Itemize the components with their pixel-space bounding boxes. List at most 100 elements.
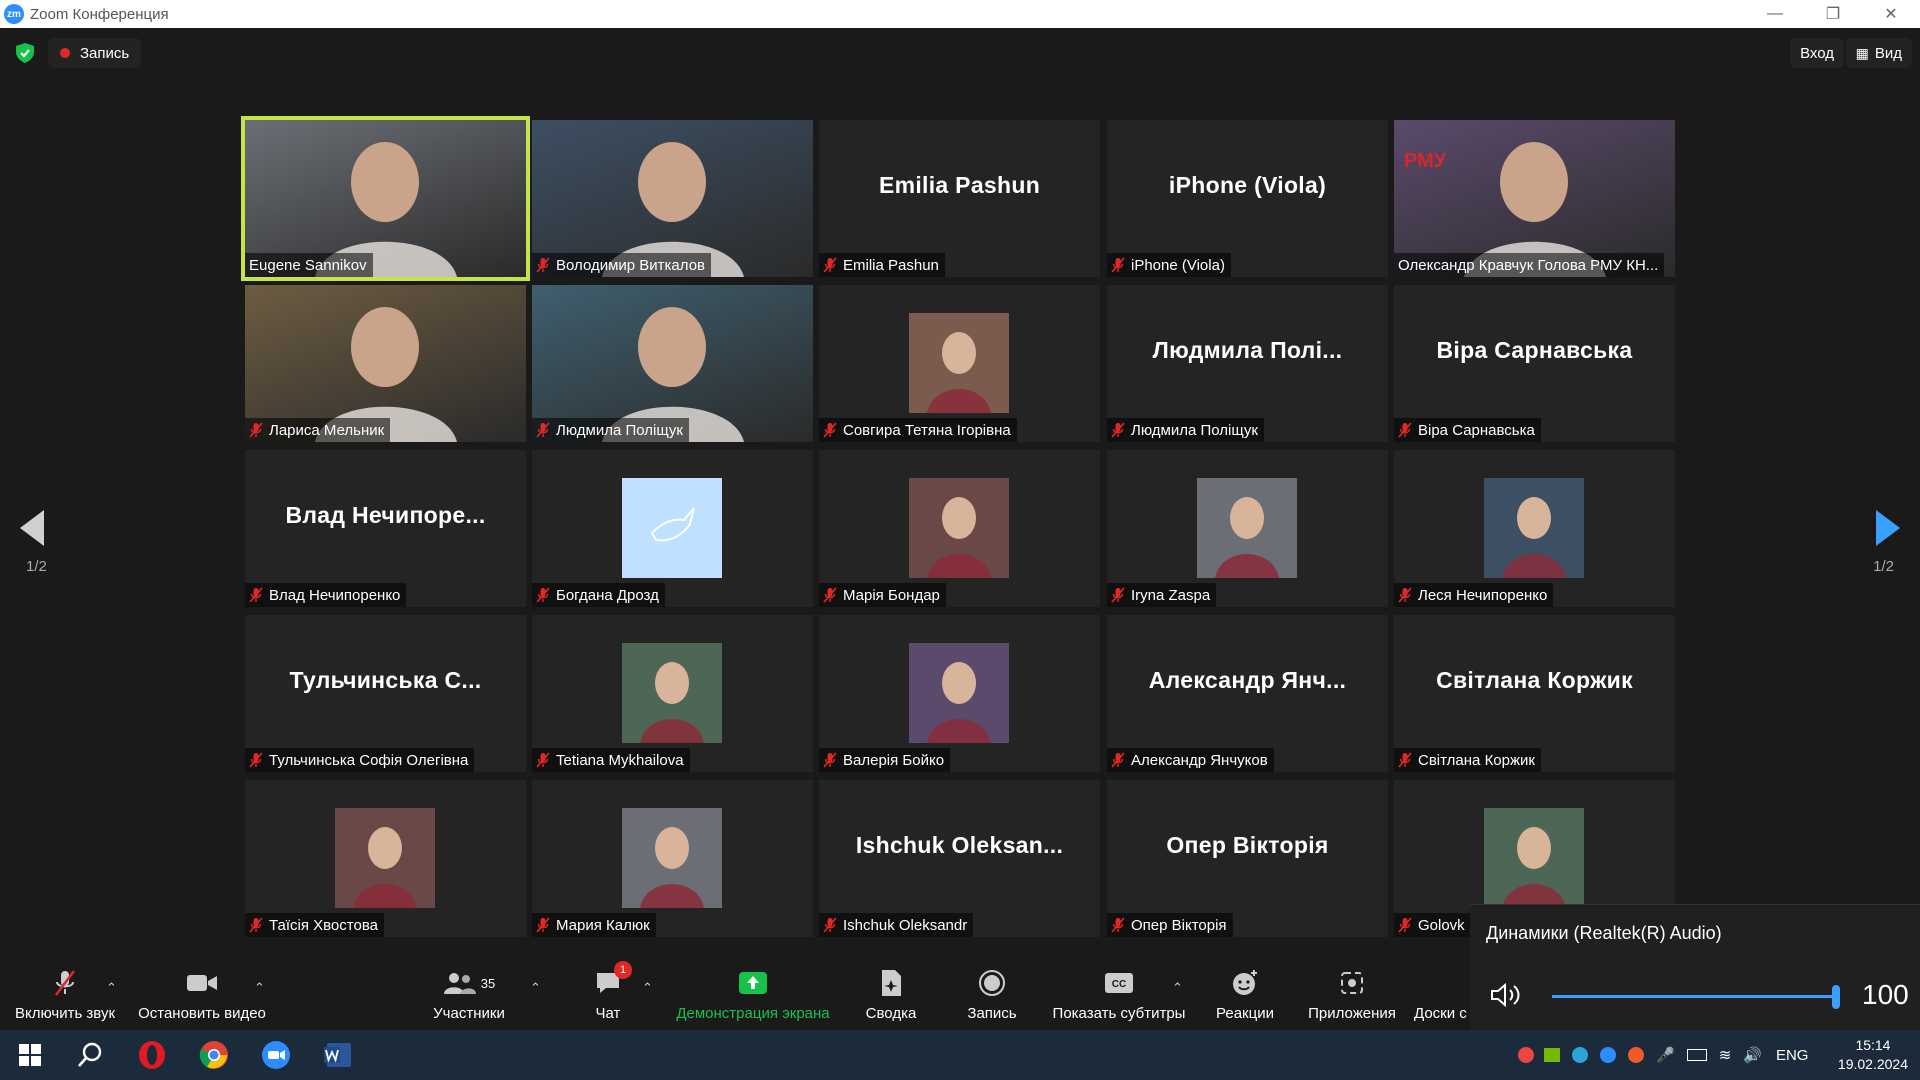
participant-tile[interactable]: РМУ Олександр Кравчук Голова РМУ КН...: [1394, 120, 1675, 277]
participant-tile[interactable]: Валерія Бойко: [819, 615, 1100, 772]
mic-muted-icon: [1111, 917, 1125, 933]
system-clock[interactable]: 15:14 19.02.2024: [1838, 1036, 1908, 1074]
captions-button[interactable]: CC Показать субтитры: [1050, 960, 1188, 1030]
participant-avatar: [1484, 808, 1584, 908]
restore-button[interactable]: ❐: [1804, 0, 1862, 28]
participant-tile[interactable]: Таїсія Хвостова: [245, 780, 526, 937]
video-options-caret-icon[interactable]: ⌃: [254, 980, 265, 996]
signin-button[interactable]: Вход: [1790, 38, 1844, 68]
participant-tile[interactable]: Лариса Мельник: [245, 285, 526, 442]
participant-tile[interactable]: Людмила Полі... Людмила Поліщук: [1107, 285, 1388, 442]
next-page-arrow-icon[interactable]: [1876, 510, 1900, 546]
participant-name-label: Eugene Sannikov: [245, 253, 373, 277]
participant-name: Tetiana Mykhailova: [556, 751, 684, 769]
participant-avatar: [1197, 478, 1297, 578]
chat-icon: 1: [592, 961, 632, 999]
participant-tile[interactable]: Emilia Pashun Emilia Pashun: [819, 120, 1100, 277]
participant-tile[interactable]: Володимир Виткалов: [532, 120, 813, 277]
captions-caret-icon[interactable]: ⌃: [1172, 980, 1183, 996]
participant-name-label: Tetiana Mykhailova: [532, 748, 690, 772]
windows-start-icon[interactable]: [12, 1038, 48, 1072]
stop-video-button[interactable]: Остановить видео: [136, 960, 268, 1030]
participant-tile[interactable]: Людмила Поліщук: [532, 285, 813, 442]
mic-muted-icon: [536, 752, 550, 768]
participants-button[interactable]: 35 Участники: [428, 960, 510, 1030]
unmute-button[interactable]: Включить звук: [10, 960, 120, 1030]
volume-slider-track[interactable]: [1552, 995, 1838, 998]
reactions-button[interactable]: Реакции: [1212, 960, 1278, 1030]
participant-tile[interactable]: iPhone (Viola) iPhone (Viola): [1107, 120, 1388, 277]
participant-avatar: [1484, 478, 1584, 578]
volume-slider-thumb[interactable]: [1832, 985, 1840, 1009]
opera-browser-icon[interactable]: [134, 1038, 170, 1072]
record-button[interactable]: Запись: [962, 960, 1022, 1030]
participant-tile[interactable]: Віра Сарнавська Віра Сарнавська: [1394, 285, 1675, 442]
participant-name: Ishchuk Oleksandr: [843, 916, 968, 934]
participant-name-label: Опер Вікторія: [1107, 913, 1233, 937]
close-button[interactable]: ✕: [1862, 0, 1920, 28]
participant-tile[interactable]: Леся Нечипоренко: [1394, 450, 1675, 607]
mic-muted-icon: [249, 917, 263, 933]
apps-button[interactable]: Приложения: [1304, 960, 1400, 1030]
whiteboards-button[interactable]: Доски с: [1414, 960, 1474, 1030]
participants-caret-icon[interactable]: ⌃: [530, 980, 541, 996]
participant-name: Світлана Коржик: [1418, 751, 1535, 769]
participant-name: Богдана Дрозд: [556, 586, 659, 604]
search-icon[interactable]: [72, 1038, 108, 1072]
participant-tile[interactable]: Марія Бондар: [819, 450, 1100, 607]
mic-muted-icon: [823, 257, 837, 273]
zoom-taskbar-icon[interactable]: [258, 1038, 294, 1072]
clock-date: 19.02.2024: [1837, 1056, 1908, 1072]
participant-tile[interactable]: Світлана Коржик Світлана Коржик: [1394, 615, 1675, 772]
prev-page-arrow-icon[interactable]: [20, 510, 44, 546]
minimize-button[interactable]: —: [1746, 0, 1804, 28]
volume-icon[interactable]: 🔊: [1743, 1046, 1762, 1064]
participant-name-label: Олександр Кравчук Голова РМУ КН...: [1394, 253, 1665, 277]
participant-avatar: [909, 478, 1009, 578]
participant-tile[interactable]: Тульчинська С... Тульчинська Софія Олегів…: [245, 615, 526, 772]
wifi-icon[interactable]: ≋: [1719, 1046, 1732, 1064]
participant-name-label: Александр Янчуков: [1107, 748, 1274, 772]
captions-icon: CC: [1103, 967, 1135, 999]
participant-tile[interactable]: Влад Нечипоре... Влад Нечипоренко: [245, 450, 526, 607]
participant-tile[interactable]: Ishchuk Oleksan... Ishchuk Oleksandr: [819, 780, 1100, 937]
participant-tile[interactable]: Богдана Дрозд: [532, 450, 813, 607]
participant-tile[interactable]: Опер Вікторія Опер Вікторія: [1107, 780, 1388, 937]
participant-tile[interactable]: Мария Калюк: [532, 780, 813, 937]
mic-muted-icon: [1111, 587, 1125, 603]
summary-button[interactable]: Сводка: [858, 960, 924, 1030]
chat-caret-icon[interactable]: ⌃: [642, 980, 653, 996]
audio-options-caret-icon[interactable]: ⌃: [106, 980, 117, 996]
chat-badge: 1: [614, 961, 632, 979]
mic-muted-icon: [249, 752, 263, 768]
mic-muted-icon: [823, 422, 837, 438]
zoom-tray-icon[interactable]: [1600, 1047, 1616, 1063]
nvidia-icon[interactable]: [1544, 1048, 1560, 1062]
edge-icon[interactable]: [1572, 1047, 1588, 1063]
chrome-browser-icon[interactable]: [196, 1038, 232, 1072]
participant-tile[interactable]: Eugene Sannikov: [241, 116, 530, 281]
speaker-icon[interactable]: [1490, 981, 1526, 1009]
windows-taskbar: 🎤 ≋ 🔊 ENG 15:14 19.02.2024: [0, 1030, 1920, 1080]
tray-app-icon[interactable]: [1518, 1047, 1534, 1063]
recording-indicator[interactable]: Запись: [48, 38, 142, 68]
participant-name-label: Влад Нечипоренко: [245, 583, 407, 607]
participant-tile[interactable]: Iryna Zaspa: [1107, 450, 1388, 607]
view-button[interactable]: ▦ Вид: [1845, 38, 1912, 68]
cloud-app-icon[interactable]: [1628, 1047, 1644, 1063]
mic-muted-icon: [1111, 752, 1125, 768]
battery-icon[interactable]: [1686, 1049, 1707, 1061]
word-icon[interactable]: [320, 1038, 356, 1072]
language-indicator[interactable]: ENG: [1776, 1047, 1809, 1064]
shield-icon[interactable]: [14, 42, 36, 64]
participant-tile[interactable]: Tetiana Mykhailova: [532, 615, 813, 772]
chat-button[interactable]: 1 Чат: [578, 960, 638, 1030]
share-screen-button[interactable]: Демонстрация экрана: [672, 960, 834, 1030]
participant-tile[interactable]: Совгира Тетяна Ігорівна: [819, 285, 1100, 442]
participant-name: Людмила Поліщук: [556, 421, 683, 439]
participant-name: Лариса Мельник: [269, 421, 385, 439]
participant-tile[interactable]: Александр Янч... Александр Янчуков: [1107, 615, 1388, 772]
participant-display-name: Влад Нечипоре...: [285, 502, 486, 528]
microphone-icon[interactable]: 🎤: [1656, 1046, 1675, 1064]
participant-name: Мария Калюк: [556, 916, 650, 934]
